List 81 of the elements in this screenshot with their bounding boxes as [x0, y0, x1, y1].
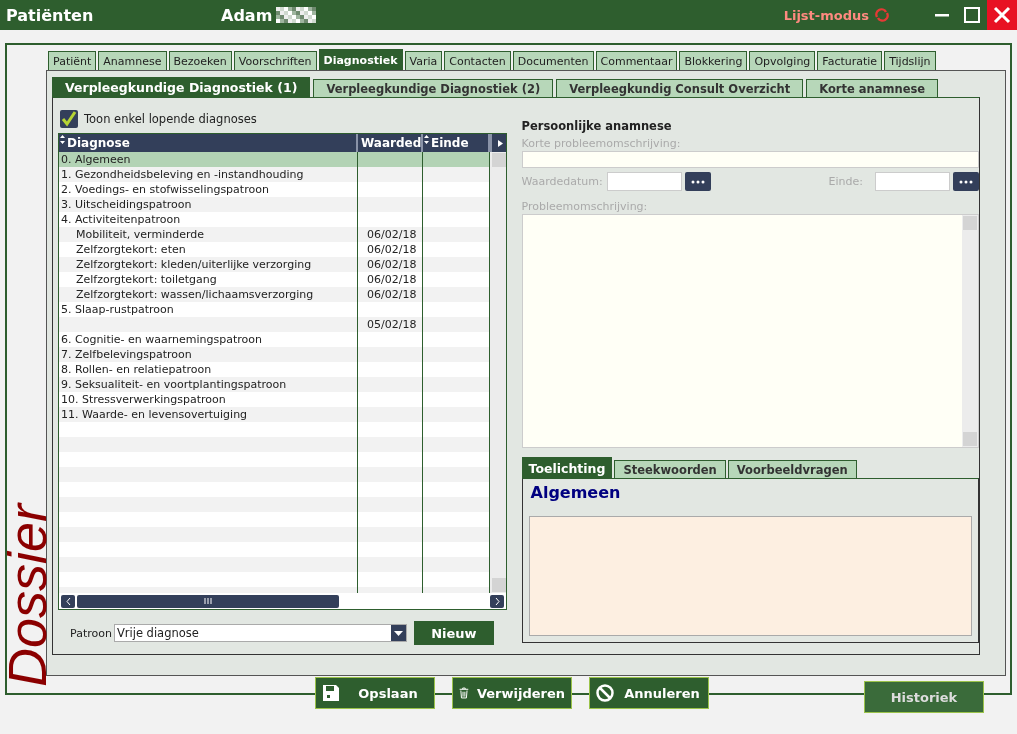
tab[interactable]: Commentaar [595, 51, 678, 70]
scroll-right-icon[interactable] [490, 134, 506, 152]
field-label: Einde: [828, 175, 863, 188]
save-button[interactable]: Opslaan [315, 677, 435, 709]
table-cell: 06/02/18 [358, 287, 423, 302]
tab[interactable]: Opvolging [749, 51, 816, 70]
field-label: Korte probleemomschrijving: [521, 137, 682, 150]
field-label: Probleemomschrijving: [521, 200, 649, 213]
tab[interactable]: Varia [404, 51, 443, 70]
field-label: Waardedatum: [521, 175, 603, 188]
column-title: Diagnose [67, 136, 130, 150]
sub-tab[interactable]: Korte anamnese [806, 79, 939, 97]
tab[interactable]: Blokkering [679, 51, 748, 70]
patient-name: Adam [221, 5, 273, 25]
blurred-name-drawing [276, 7, 317, 23]
info-tab[interactable]: Voorbeeldvragen [727, 460, 857, 478]
table-row[interactable]: Zelfzorgtekort: wassen/lichaamsverzorging 06/02/18 [59, 287, 490, 302]
tab[interactable]: Bezoeken [168, 51, 232, 70]
patroon-label: Patroon [70, 626, 112, 640]
info-tab[interactable]: Toelichting [521, 457, 613, 478]
date-field[interactable] [875, 172, 950, 191]
table-row[interactable]: Zelfzorgtekort: kleden/uiterlijke verzorging 06/02/18 [59, 257, 490, 272]
tab[interactable]: Voorschriften [233, 51, 317, 70]
close-icon [993, 6, 1011, 24]
tab[interactable]: Tijdslijn [884, 51, 936, 70]
table-cell: 05/02/18 [358, 317, 423, 332]
side-label: Dossier [0, 503, 54, 687]
sub-tab[interactable]: Verpleegkundig Consult Overzicht [556, 79, 804, 97]
checkbox[interactable] [60, 110, 78, 128]
table-cell: 06/02/18 [358, 257, 423, 272]
table-cell: 1. Gezondheidsbeleving en -instandhouding [59, 167, 358, 182]
tab[interactable]: Anamnese [98, 51, 167, 70]
scroll-right-button[interactable] [490, 594, 504, 608]
scrollbar-thumb[interactable] [77, 594, 339, 608]
table-row[interactable]: Mobiliteit, verminderde 06/02/18 [59, 227, 490, 242]
dots-icon [959, 179, 973, 184]
scroll-left-button[interactable] [61, 594, 75, 608]
chevron-left-icon [65, 597, 71, 605]
sub-tab[interactable]: Verpleegkundige Diagnostiek (1) [52, 77, 311, 97]
dots-icon [690, 179, 705, 184]
table-row[interactable]: 3. Uitscheidingspatroon [59, 197, 490, 212]
tab[interactable]: Facturatie [817, 51, 883, 70]
table-row[interactable]: 05/02/18 [59, 317, 490, 332]
mode-label: Lijst-modus [783, 7, 869, 23]
history-button[interactable]: Historiek [864, 681, 984, 713]
sub-tab[interactable]: Verpleegkundige Diagnostiek (2) [313, 79, 554, 97]
patroon-dropdown[interactable]: Vrije diagnose [113, 624, 407, 642]
tab[interactable]: Diagnostiek [318, 49, 403, 70]
prohibited-icon [596, 684, 614, 702]
new-button[interactable]: Nieuw [413, 621, 494, 645]
table-cell: 7. Zelfbelevingspatroon [59, 347, 358, 362]
table-cell: 06/02/18 [358, 227, 423, 242]
table-row[interactable]: 9. Seksualiteit- en voortplantingspatroon [59, 377, 490, 392]
date-field[interactable] [606, 172, 682, 191]
column-title: Einde [431, 136, 469, 150]
maximize-icon [964, 7, 980, 23]
table-cell: Mobiliteit, verminderde [59, 227, 358, 242]
delete-button[interactable]: Verwijderen [452, 677, 572, 709]
info-tab[interactable]: Steekwoorden [614, 460, 726, 478]
window-title: Patiënten [6, 5, 95, 25]
more-button[interactable] [684, 172, 711, 191]
table-cell: Zelfzorgtekort: kleden/uiterlijke verzorging [59, 257, 358, 272]
trash-icon [459, 684, 469, 702]
more-button[interactable] [953, 172, 979, 191]
table-row[interactable]: 0. Algemeen [59, 152, 490, 167]
dropdown-arrow-icon [393, 630, 403, 636]
input-field[interactable] [521, 151, 979, 168]
tab[interactable]: Contacten [444, 51, 511, 70]
table-cell: 9. Seksualiteit- en voortplantingspatroon [59, 377, 358, 392]
table-row[interactable]: 1. Gezondheidsbeleving en -instandhouding [59, 167, 490, 182]
table-row[interactable]: 11. Waarde- en levensovertuiging [59, 407, 490, 422]
table-cell: Zelfzorgtekort: wassen/lichaamsverzorging [59, 287, 358, 302]
table-row[interactable]: 7. Zelfbelevingspatroon [59, 347, 490, 362]
checkbox-label: Toon enkel lopende diagnoses [84, 112, 257, 126]
chevron-right-icon [494, 597, 500, 605]
table-cell: 3. Uitscheidingspatroon [59, 197, 358, 212]
tab[interactable]: Patiënt [48, 51, 97, 70]
section-title: Persoonlijke anamnese [521, 119, 673, 133]
cancel-button[interactable]: Annuleren [589, 677, 709, 709]
tab[interactable]: Documenten [512, 51, 594, 70]
info-heading: Algemeen [530, 483, 622, 504]
